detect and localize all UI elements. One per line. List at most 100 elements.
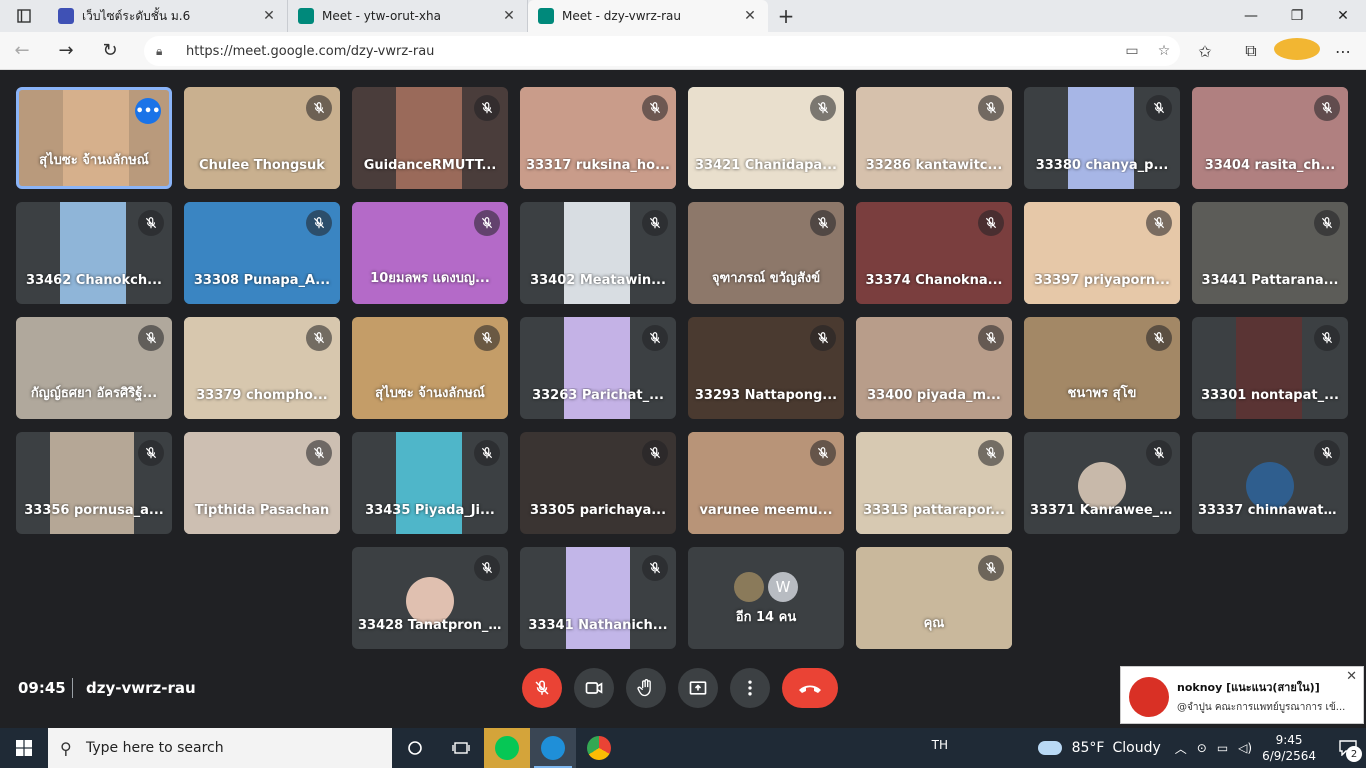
- taskbar-app-line[interactable]: [484, 728, 530, 768]
- cortana-icon[interactable]: [392, 728, 438, 768]
- battery-icon[interactable]: ▭: [1217, 741, 1228, 755]
- close-tab-icon[interactable]: ✕: [501, 8, 517, 24]
- close-notification-icon[interactable]: ✕: [1346, 669, 1357, 684]
- participant-tile[interactable]: 33380 chanya_p...: [1024, 87, 1180, 189]
- participant-tile[interactable]: Chulee Thongsuk: [184, 87, 340, 189]
- refresh-button[interactable]: ↻: [88, 32, 132, 70]
- participant-tile[interactable]: จุฑาภรณ์ ขวัญสังข์: [688, 202, 844, 304]
- new-tab-button[interactable]: +: [768, 0, 804, 32]
- participant-tile[interactable]: 33305 parichaya...: [520, 432, 676, 534]
- leave-call-button[interactable]: [782, 668, 838, 708]
- participant-tile[interactable]: 33293 Nattapong...: [688, 317, 844, 419]
- maximize-icon[interactable]: ❐: [1274, 0, 1320, 32]
- participant-name: จุฑาภรณ์ ขวัญสังข์: [711, 271, 821, 286]
- participant-tile[interactable]: กัญญ์ธศยา อัครศิริฐ้...: [16, 317, 172, 419]
- participant-tile[interactable]: 33341 Nathanich...: [520, 547, 676, 649]
- taskbar-search-box[interactable]: ⚲ Type here to search: [48, 728, 392, 768]
- add-favorite-icon[interactable]: ☆: [1148, 43, 1180, 59]
- participant-tile[interactable]: 33374 Chanokna...: [856, 202, 1012, 304]
- mic-toggle-button[interactable]: [522, 668, 562, 708]
- participant-tile[interactable]: 33402 Meatawin...: [520, 202, 676, 304]
- volume-icon[interactable]: ◁): [1238, 741, 1252, 755]
- close-window-icon[interactable]: ✕: [1320, 0, 1366, 32]
- participant-name: 33305 parichaya...: [529, 503, 667, 518]
- weather-widget[interactable]: 85°F Cloudy: [1037, 740, 1161, 756]
- participant-tile[interactable]: W อีก 14 คน: [688, 547, 844, 649]
- mic-off-icon: [535, 680, 549, 695]
- participant-tile[interactable]: 33379 chompho...: [184, 317, 340, 419]
- raise-hand-button[interactable]: [626, 668, 666, 708]
- favorites-icon[interactable]: ✩: [1182, 42, 1228, 61]
- participant-tile[interactable]: สุไบซะ จ้านงลักษณ์: [352, 317, 508, 419]
- language-indicator[interactable]: TH: [932, 738, 948, 752]
- present-screen-button[interactable]: [678, 668, 718, 708]
- participant-tile[interactable]: Tipthida Pasachan: [184, 432, 340, 534]
- start-button[interactable]: [0, 728, 48, 768]
- participant-tile[interactable]: GuidanceRMUTT...: [352, 87, 508, 189]
- participant-tile[interactable]: 33286 kantawitc...: [856, 87, 1012, 189]
- participant-tile[interactable]: ชนาพร สุโข: [1024, 317, 1180, 419]
- task-view-icon[interactable]: [438, 728, 484, 768]
- clock[interactable]: 9:45 6/9/2564: [1262, 732, 1316, 764]
- tab-actions-icon[interactable]: [0, 0, 48, 32]
- mic-muted-icon: [1314, 440, 1340, 466]
- mic-muted-icon: [138, 210, 164, 236]
- taskbar-app-edge[interactable]: [530, 728, 576, 768]
- participant-tile[interactable]: 33428 Tanatpron_...: [352, 547, 508, 649]
- participant-name: 33293 Nattapong...: [694, 388, 838, 403]
- participant-tile[interactable]: varunee meemu...: [688, 432, 844, 534]
- more-options-button[interactable]: [730, 668, 770, 708]
- back-button[interactable]: ←: [0, 32, 44, 70]
- participant-video: [63, 90, 129, 186]
- participant-tile[interactable]: 33337 chinnawat_...: [1192, 432, 1348, 534]
- minimize-icon[interactable]: —: [1228, 0, 1274, 32]
- collections-icon[interactable]: ⧉: [1228, 41, 1274, 61]
- tab-label: เว็บไซต์ระดับชั้น ม.6: [82, 8, 191, 23]
- participant-tile[interactable]: สุไบซะ จ้านงลักษณ์ •••: [16, 87, 172, 189]
- participant-tile[interactable]: 10ยมลพร แดงบญ...: [352, 202, 508, 304]
- participant-tile[interactable]: 33421 Chanidapa...: [688, 87, 844, 189]
- participant-tile[interactable]: 33404 rasita_ch...: [1192, 87, 1348, 189]
- participant-tile[interactable]: คุณ: [856, 547, 1012, 649]
- participant-name: 33435 Piyada_Ji...: [365, 503, 495, 518]
- forward-button[interactable]: →: [44, 32, 88, 70]
- settings-menu-icon[interactable]: ⋯: [1320, 42, 1366, 61]
- participant-name: GuidanceRMUTT...: [363, 158, 497, 173]
- browser-tab-3[interactable]: Meet - dzy-vwrz-rau ✕: [528, 0, 768, 32]
- windows-logo-icon: [16, 740, 32, 756]
- profile-avatar[interactable]: [1274, 38, 1320, 64]
- participant-name: สุไบซะ จ้านงลักษณ์: [375, 386, 485, 401]
- browser-tab-1[interactable]: เว็บไซต์ระดับชั้น ม.6 ✕: [48, 0, 288, 32]
- participant-name: 33371 Kanrawee_T...: [1030, 503, 1180, 518]
- close-tab-icon[interactable]: ✕: [742, 8, 758, 24]
- participant-options-icon[interactable]: •••: [135, 98, 161, 124]
- chat-notification[interactable]: noknoy [แนะแนว(สายใน)] @จำปูน คณะการแพทย…: [1120, 666, 1364, 724]
- participant-tile[interactable]: 33400 piyada_m...: [856, 317, 1012, 419]
- hand-icon: [637, 679, 651, 697]
- participant-tile[interactable]: 33462 Chanokch...: [16, 202, 172, 304]
- participant-tile[interactable]: 33263 Parichat_...: [520, 317, 676, 419]
- action-center-button[interactable]: 2: [1330, 728, 1366, 768]
- mic-muted-icon: [642, 440, 668, 466]
- camera-toggle-button[interactable]: [574, 668, 614, 708]
- participant-tile[interactable]: 33397 priyaporn...: [1024, 202, 1180, 304]
- show-hidden-icons[interactable]: ︿: [1175, 740, 1187, 757]
- taskbar-app-chrome[interactable]: [576, 728, 622, 768]
- mic-muted-icon: [1314, 210, 1340, 236]
- participant-tile[interactable]: 33317 ruksina_ho...: [520, 87, 676, 189]
- mic-muted-icon: [1146, 440, 1172, 466]
- participant-tile[interactable]: 33435 Piyada_Ji...: [352, 432, 508, 534]
- close-tab-icon[interactable]: ✕: [261, 8, 277, 24]
- network-icon[interactable]: ⊙: [1197, 741, 1207, 755]
- participant-tile[interactable]: 33313 pattarapor...: [856, 432, 1012, 534]
- participant-tile[interactable]: 33356 pornusa_a...: [16, 432, 172, 534]
- url-field[interactable]: 🔒︎ https://meet.google.com/dzy-vwrz-rau …: [144, 36, 1180, 66]
- participant-tile[interactable]: 33301 nontapat_...: [1192, 317, 1348, 419]
- participant-tile[interactable]: 33441 Pattarana...: [1192, 202, 1348, 304]
- camera-permission-icon[interactable]: ▭: [1116, 43, 1148, 59]
- mic-muted-icon: [810, 325, 836, 351]
- participant-tile[interactable]: 33308 Punapa_A...: [184, 202, 340, 304]
- browser-tab-2[interactable]: Meet - ytw-orut-xha ✕: [288, 0, 528, 32]
- weather-desc: Cloudy: [1112, 740, 1161, 756]
- participant-tile[interactable]: 33371 Kanrawee_T...: [1024, 432, 1180, 534]
